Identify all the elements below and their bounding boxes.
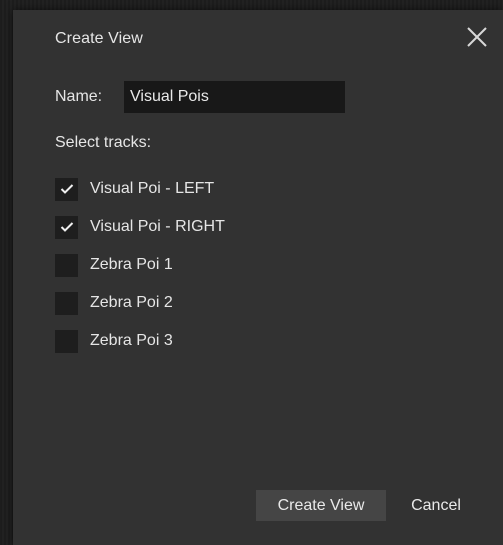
track-label: Visual Poi - LEFT xyxy=(90,180,215,197)
name-input[interactable] xyxy=(124,81,345,113)
track-item[interactable]: Zebra Poi 1 xyxy=(55,253,225,277)
track-checkbox[interactable] xyxy=(55,291,78,315)
track-list: Visual Poi - LEFT Visual Poi - RIGHT Zebra… xyxy=(55,177,225,367)
track-item[interactable]: Visual Poi - LEFT xyxy=(55,177,225,201)
name-label: Name: xyxy=(55,88,103,105)
track-label: Zebra Poi 3 xyxy=(90,332,173,349)
checkmark-icon xyxy=(60,184,73,194)
track-item[interactable]: Zebra Poi 2 xyxy=(55,291,225,315)
track-item[interactable]: Visual Poi - RIGHT xyxy=(55,215,225,239)
create-view-dialog: Create View Name: Select tracks: Visual … xyxy=(13,10,503,545)
create-view-button[interactable]: Create View xyxy=(256,490,386,521)
dialog-title: Create View xyxy=(55,30,143,47)
checkmark-icon xyxy=(60,222,73,232)
track-checkbox[interactable] xyxy=(55,253,78,277)
close-icon xyxy=(467,27,487,47)
track-label: Visual Poi - RIGHT xyxy=(90,218,225,235)
track-checkbox[interactable] xyxy=(55,329,78,353)
track-checkbox[interactable] xyxy=(55,215,78,239)
track-label: Zebra Poi 2 xyxy=(90,294,173,311)
cancel-button[interactable]: Cancel xyxy=(396,490,476,521)
select-tracks-label: Select tracks: xyxy=(55,134,152,151)
track-checkbox[interactable] xyxy=(55,177,78,201)
track-label: Zebra Poi 1 xyxy=(90,256,173,273)
close-button[interactable] xyxy=(463,23,491,51)
track-item[interactable]: Zebra Poi 3 xyxy=(55,329,225,353)
name-row: Name: xyxy=(55,81,345,113)
